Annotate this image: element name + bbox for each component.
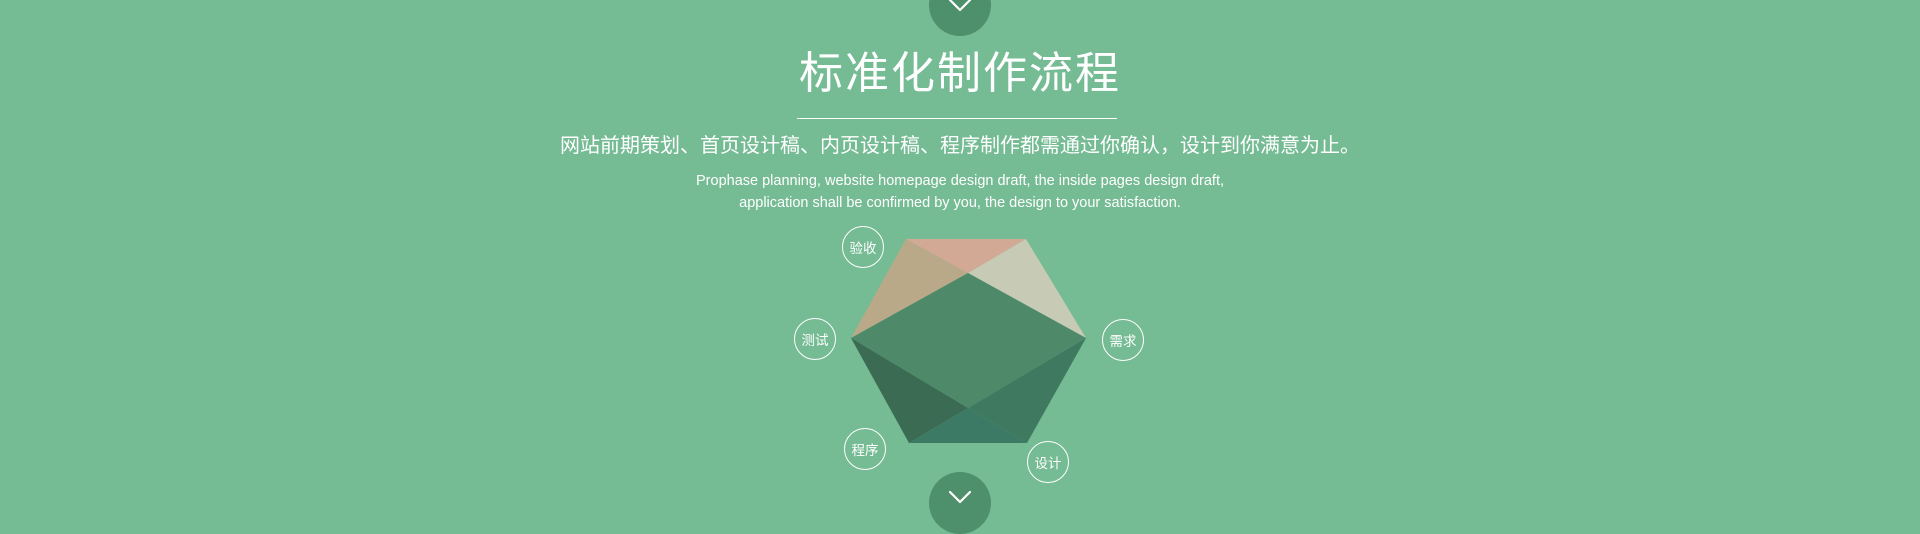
scroll-down-button[interactable] xyxy=(929,472,991,534)
step-requirements[interactable]: 需求 xyxy=(1102,319,1144,361)
process-section: 标准化制作流程 网站前期策划、首页设计稿、内页设计稿、程序制作都需通过你确认，设… xyxy=(0,0,1920,534)
step-design[interactable]: 设计 xyxy=(1027,441,1069,483)
step-programming[interactable]: 程序 xyxy=(844,428,886,470)
process-hexagon-graphic xyxy=(851,239,1086,443)
chevron-down-icon xyxy=(929,472,991,534)
step-testing[interactable]: 测试 xyxy=(794,318,836,360)
step-acceptance[interactable]: 验收 xyxy=(842,226,884,268)
